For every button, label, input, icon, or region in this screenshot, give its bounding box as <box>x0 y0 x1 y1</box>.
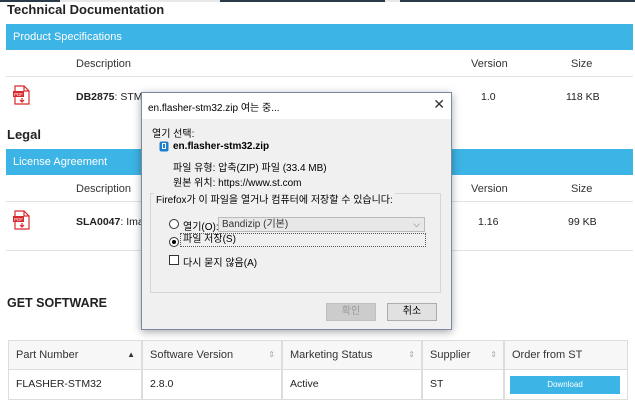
doc-size: 99 KB <box>568 216 597 228</box>
section-title-legal: Legal <box>7 127 41 142</box>
col-supplier-label: Supplier <box>430 349 471 361</box>
file-source: 원본 위치: https://www.st.com <box>173 178 302 189</box>
dialog-body: 열기 선택: en.flasher-stm32.zip 파일 유형: 압축(ZI… <box>142 119 451 329</box>
open-choice-label: 열기 선택: <box>152 129 195 140</box>
doc-size: 118 KB <box>566 91 600 103</box>
dont-ask-label[interactable]: 다시 묻지 않음(A) <box>183 254 257 269</box>
pdf-icon[interactable]: PDF <box>12 85 32 105</box>
col-description: Description <box>76 183 132 195</box>
col-supplier[interactable]: Supplier ⇕ <box>422 340 504 370</box>
file-name: en.flasher-stm32.zip <box>173 141 270 152</box>
col-size: Size <box>571 58 593 70</box>
sort-icon: ⇕ <box>268 350 275 359</box>
cell-marketing-status: Active <box>282 370 422 400</box>
save-file-label[interactable]: 파일 저장(S) <box>180 233 426 247</box>
col-order-label: Order from ST <box>512 349 583 361</box>
sort-asc-icon: ▲ <box>127 350 135 359</box>
svg-text:PDF: PDF <box>14 217 23 222</box>
ok-button[interactable]: 확인 <box>326 303 376 321</box>
close-icon[interactable]: ✕ <box>433 96 445 113</box>
doc-code[interactable]: DB2875 <box>76 91 115 103</box>
col-part-number-label: Part Number <box>16 349 79 361</box>
sort-icon: ⇕ <box>408 350 415 359</box>
cell-part-number: FLASHER-STM32 <box>8 370 142 400</box>
chevron-down-icon: ⌵ <box>413 219 420 229</box>
open-with-radio[interactable] <box>169 219 179 229</box>
doc-code[interactable]: SLA0047 <box>76 216 120 228</box>
file-type: 파일 유형: 압축(ZIP) 파일 (33.4 MB) <box>173 163 327 174</box>
open-with-label[interactable]: 열기(O): <box>183 218 219 233</box>
col-marketing-status[interactable]: Marketing Status ⇕ <box>282 340 422 370</box>
col-software-version-label: Software Version <box>150 349 234 361</box>
dialog-titlebar[interactable]: en.flasher-stm32.zip 여는 중... ✕ <box>142 93 451 119</box>
doc-version: 1.0 <box>481 91 496 103</box>
section-title-software: GET SOFTWARE <box>7 296 107 310</box>
col-marketing-status-label: Marketing Status <box>290 349 373 361</box>
col-software-version[interactable]: Software Version ⇕ <box>142 340 282 370</box>
section-title-tech-doc: Technical Documentation <box>7 2 165 17</box>
download-dialog: en.flasher-stm32.zip 여는 중... ✕ 열기 선택: en… <box>141 92 452 330</box>
product-specifications-bar[interactable]: Product Specifications <box>6 24 633 50</box>
col-part-number[interactable]: Part Number ▲ <box>8 340 142 370</box>
app-select[interactable]: Bandizip (기본) ⌵ <box>218 217 425 232</box>
cell-software-version: 2.8.0 <box>142 370 282 400</box>
col-version: Version <box>471 183 508 195</box>
col-version: Version <box>471 58 508 70</box>
col-order: Order from ST <box>504 340 628 370</box>
sort-icon: ⇕ <box>490 350 497 359</box>
question-text: Firefox가 이 파일을 열거나 컴퓨터에 저장할 수 있습니다: <box>154 191 395 206</box>
pdf-icon[interactable]: PDF <box>12 210 32 230</box>
cancel-button[interactable]: 취소 <box>387 303 437 321</box>
row-divider <box>6 76 633 77</box>
svg-text:PDF: PDF <box>14 92 23 97</box>
app-select-value: Bandizip (기본) <box>222 219 289 230</box>
download-button[interactable]: Download <box>510 376 620 394</box>
zip-file-icon <box>159 141 169 152</box>
dialog-title: en.flasher-stm32.zip 여는 중... <box>148 103 280 114</box>
doc-version: 1.16 <box>478 216 499 228</box>
col-size: Size <box>571 183 593 195</box>
col-description: Description <box>76 58 132 70</box>
cell-supplier: ST <box>422 370 504 400</box>
save-file-radio[interactable] <box>169 237 179 247</box>
dont-ask-checkbox[interactable] <box>169 255 179 265</box>
